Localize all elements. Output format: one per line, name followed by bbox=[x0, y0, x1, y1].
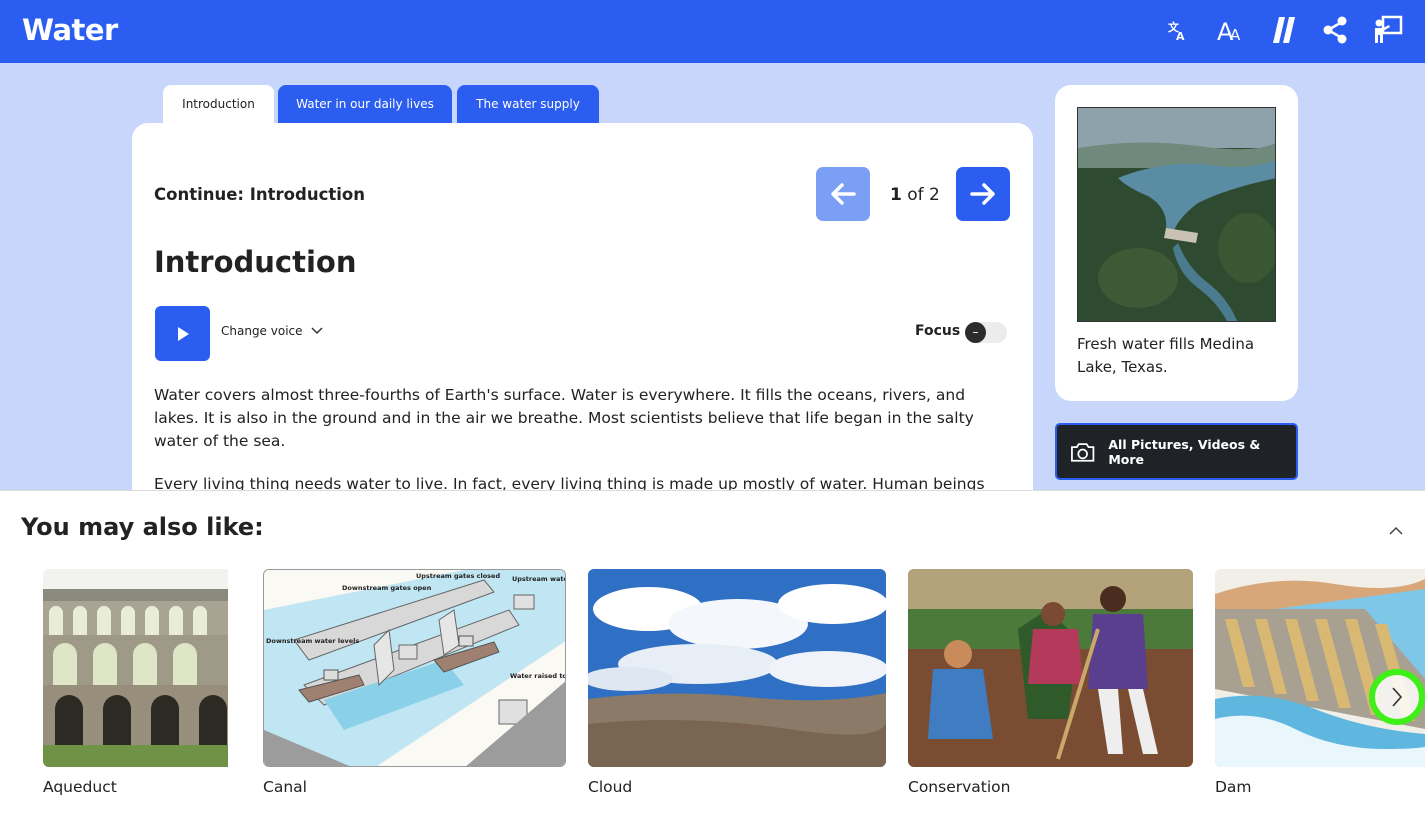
related-label-aqueduct[interactable]: Aqueduct bbox=[43, 778, 117, 796]
lake-photo[interactable] bbox=[1077, 107, 1276, 322]
article-paragraph: Water covers almost three-fourths of Ear… bbox=[154, 386, 974, 450]
tab-introduction[interactable]: Introduction bbox=[163, 85, 274, 123]
previous-page-button[interactable] bbox=[816, 167, 870, 221]
top-bar: Water 文A AA bbox=[0, 0, 1425, 63]
related-label-canal[interactable]: Canal bbox=[263, 778, 307, 796]
dam-image[interactable] bbox=[1215, 569, 1425, 767]
translate-icon[interactable]: 文A bbox=[1161, 13, 1195, 47]
featured-image-card: Fresh water fills Medina Lake, Texas. bbox=[1055, 85, 1298, 401]
teacher-icon[interactable] bbox=[1371, 13, 1405, 47]
next-page-button[interactable] bbox=[956, 167, 1010, 221]
svg-text:Upstream gates closed: Upstream gates closed bbox=[416, 572, 500, 580]
app-title[interactable]: Water bbox=[22, 13, 118, 47]
related-label-conservation[interactable]: Conservation bbox=[908, 778, 1010, 796]
focus-label: Focus bbox=[915, 323, 961, 339]
image-caption: Fresh water fills Medina Lake, Texas. bbox=[1077, 335, 1255, 376]
article-card: Continue: Introduction 1 of 2 Introducti… bbox=[132, 123, 1033, 523]
continue-heading: Continue: Introduction bbox=[154, 185, 365, 204]
share-icon[interactable] bbox=[1318, 13, 1352, 47]
recommendations-heading: You may also like: bbox=[21, 513, 264, 541]
chevron-up-icon[interactable] bbox=[1386, 521, 1406, 541]
text-size-icon[interactable]: AA bbox=[1213, 13, 1247, 47]
svg-text:A: A bbox=[1230, 26, 1241, 44]
arrow-right-icon bbox=[970, 183, 995, 205]
toggle-knob: – bbox=[965, 322, 986, 343]
aqueduct-image[interactable] bbox=[43, 569, 228, 767]
svg-text:Downstream water levels: Downstream water levels bbox=[266, 637, 359, 645]
change-voice-dropdown[interactable]: Change voice bbox=[221, 324, 323, 338]
chevron-right-icon bbox=[1392, 687, 1403, 707]
recommendations-panel: You may also like: Aqueduct Downstream g… bbox=[0, 490, 1425, 821]
chevron-down-icon bbox=[310, 327, 323, 335]
all-pictures-button[interactable]: All Pictures, Videos & More bbox=[1055, 423, 1298, 480]
conservation-photo[interactable] bbox=[908, 569, 1193, 767]
related-label-dam[interactable]: Dam bbox=[1215, 778, 1252, 796]
tab-the-water-supply[interactable]: The water supply bbox=[457, 85, 599, 123]
change-voice-label: Change voice bbox=[221, 324, 303, 338]
svg-text:Water raised to upstream level: Water raised to upstream level bbox=[510, 672, 566, 680]
page-indicator: 1 of 2 bbox=[890, 185, 940, 205]
tab-water-in-our-daily-lives[interactable]: Water in our daily lives bbox=[278, 85, 452, 123]
focus-toggle[interactable]: – bbox=[965, 322, 1007, 343]
svg-text:Downstream gates open: Downstream gates open bbox=[342, 584, 432, 592]
play-audio-button[interactable] bbox=[155, 306, 210, 361]
carousel-next-button[interactable] bbox=[1369, 669, 1425, 725]
svg-text:Upstream water levels: Upstream water levels bbox=[512, 575, 566, 583]
reading-level-icon[interactable] bbox=[1265, 13, 1299, 47]
svg-text:A: A bbox=[1176, 30, 1185, 42]
arrow-left-icon bbox=[831, 183, 856, 205]
article-title: Introduction bbox=[154, 245, 357, 279]
all-pictures-label: All Pictures, Videos & More bbox=[1108, 436, 1261, 467]
play-icon bbox=[177, 326, 189, 341]
cloud-photo[interactable] bbox=[588, 569, 886, 767]
camera-icon bbox=[1071, 442, 1095, 462]
canal-diagram-image[interactable]: Downstream gates open Upstream gates clo… bbox=[263, 569, 566, 767]
related-label-cloud[interactable]: Cloud bbox=[588, 778, 632, 796]
